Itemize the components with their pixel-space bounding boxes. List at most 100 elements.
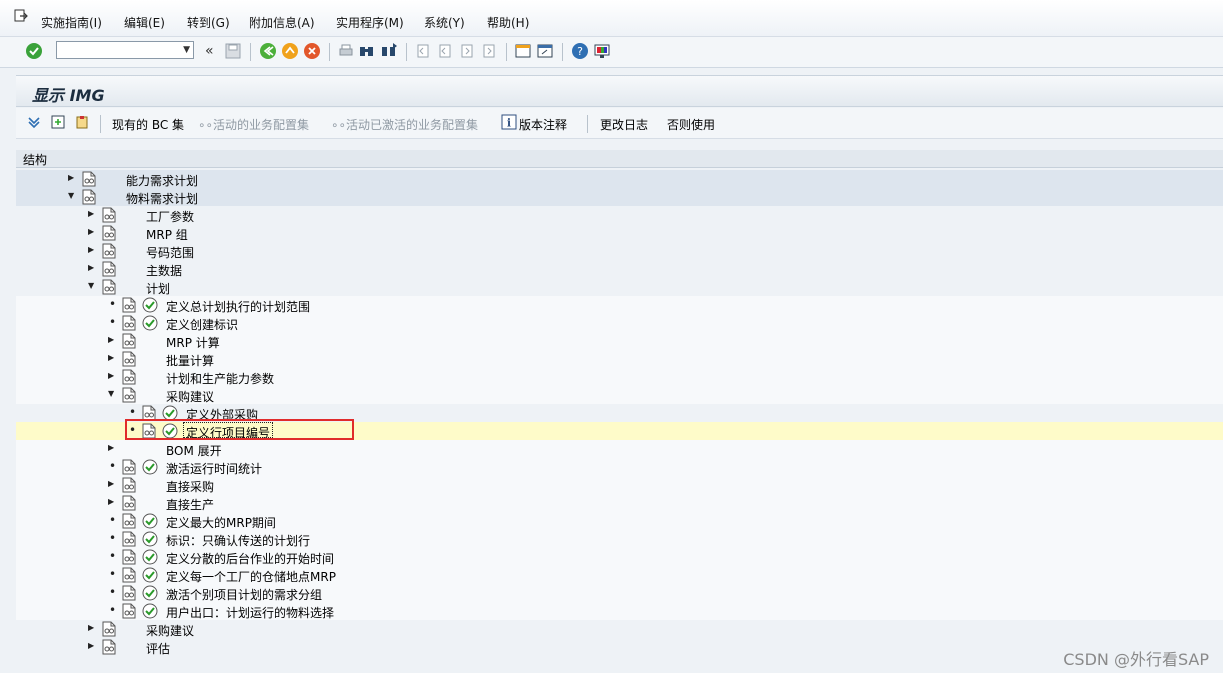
tree-row[interactable]: ▶ 评估 bbox=[16, 638, 1223, 656]
execute-activity-icon[interactable] bbox=[142, 315, 158, 331]
tree-collapsed-icon[interactable]: ▶ bbox=[88, 263, 94, 272]
menu-item-extras[interactable]: 附加信息(A) bbox=[249, 14, 315, 31]
menu-item-help[interactable]: 帮助(H) bbox=[487, 14, 529, 31]
execute-activity-icon[interactable] bbox=[142, 513, 158, 529]
exit-icon[interactable] bbox=[281, 42, 299, 60]
tree-expanded-icon[interactable]: ▼ bbox=[68, 191, 74, 200]
documentation-icon[interactable] bbox=[122, 495, 136, 511]
documentation-icon[interactable] bbox=[122, 585, 136, 601]
documentation-icon[interactable] bbox=[122, 549, 136, 565]
tree-collapsed-icon[interactable]: ▶ bbox=[108, 443, 114, 452]
documentation-icon[interactable] bbox=[102, 243, 116, 259]
tree-row[interactable]: ▶ MRP 组 bbox=[16, 224, 1223, 242]
tree-expanded-icon[interactable]: ▼ bbox=[108, 389, 114, 398]
select-subtree-icon[interactable] bbox=[50, 114, 66, 130]
prev-page-icon[interactable] bbox=[436, 42, 454, 60]
menu-item-guide[interactable]: 实施指南(I) bbox=[41, 14, 102, 31]
execute-activity-icon[interactable] bbox=[142, 297, 158, 313]
tree-expanded-icon[interactable]: ▼ bbox=[88, 281, 94, 290]
menu-icon[interactable] bbox=[14, 9, 28, 23]
documentation-icon[interactable] bbox=[122, 333, 136, 349]
dropdown-arrow-icon[interactable]: ▼ bbox=[183, 45, 190, 55]
release-notes-button[interactable]: 版本注释 bbox=[519, 116, 567, 133]
documentation-icon[interactable] bbox=[102, 207, 116, 223]
clipboard-icon[interactable] bbox=[74, 114, 90, 130]
layout-icon[interactable] bbox=[593, 42, 611, 60]
tree-row[interactable]: • 激活运行时间统计 bbox=[16, 458, 1223, 476]
back-icon[interactable] bbox=[259, 42, 277, 60]
documentation-icon[interactable] bbox=[102, 621, 116, 637]
documentation-icon[interactable] bbox=[122, 477, 136, 493]
tree-row[interactable]: ▶ 能力需求计划 bbox=[16, 170, 1223, 188]
existing-bc-sets-button[interactable]: 现有的 BC 集 bbox=[112, 116, 184, 133]
documentation-icon[interactable] bbox=[102, 225, 116, 241]
execute-activity-icon[interactable] bbox=[142, 459, 158, 475]
menu-item-edit[interactable]: 编辑(E) bbox=[124, 14, 165, 31]
next-page-icon[interactable] bbox=[458, 42, 476, 60]
tree-row[interactable]: ▼ 计划 bbox=[16, 278, 1223, 296]
documentation-icon[interactable] bbox=[122, 351, 136, 367]
documentation-icon[interactable] bbox=[122, 513, 136, 529]
execute-activity-icon[interactable] bbox=[142, 585, 158, 601]
documentation-icon[interactable] bbox=[122, 567, 136, 583]
tree-collapsed-icon[interactable]: ▶ bbox=[68, 173, 74, 182]
tree-row[interactable]: • 标识：只确认传送的计划行 bbox=[16, 530, 1223, 548]
tree-collapsed-icon[interactable]: ▶ bbox=[88, 623, 94, 632]
tree-row[interactable]: • 定义总计划执行的计划范围 bbox=[16, 296, 1223, 314]
tree-row[interactable]: • 用户出口：计划运行的物料选择 bbox=[16, 602, 1223, 620]
tree-collapsed-icon[interactable]: ▶ bbox=[88, 641, 94, 650]
tree-row[interactable]: ▶ 工厂参数 bbox=[16, 206, 1223, 224]
execute-activity-icon[interactable] bbox=[142, 531, 158, 547]
print-icon[interactable] bbox=[337, 42, 355, 60]
documentation-icon[interactable] bbox=[102, 261, 116, 277]
documentation-icon[interactable] bbox=[82, 189, 96, 205]
tree-row[interactable]: • 激活个别项目计划的需求分组 bbox=[16, 584, 1223, 602]
tree-collapsed-icon[interactable]: ▶ bbox=[88, 245, 94, 254]
toolbar-collapse-icon[interactable]: « bbox=[205, 43, 214, 59]
tree-row[interactable]: • 定义分散的后台作业的开始时间 bbox=[16, 548, 1223, 566]
info-icon[interactable]: i bbox=[501, 114, 517, 130]
tree-collapsed-icon[interactable]: ▶ bbox=[88, 227, 94, 236]
execute-activity-icon[interactable] bbox=[142, 567, 158, 583]
find-next-icon[interactable] bbox=[380, 42, 398, 60]
tree-row[interactable]: ▼ 物料需求计划 bbox=[16, 188, 1223, 206]
activated-bc-sets-button[interactable]: ∘∘活动的业务配置集 bbox=[198, 116, 309, 133]
tree-row[interactable]: ▼ 采购建议 bbox=[16, 386, 1223, 404]
tree-collapsed-icon[interactable]: ▶ bbox=[108, 335, 114, 344]
last-page-icon[interactable] bbox=[480, 42, 498, 60]
tree-row[interactable]: ▶ 号码范围 bbox=[16, 242, 1223, 260]
execute-activity-icon[interactable] bbox=[142, 549, 158, 565]
find-icon[interactable] bbox=[358, 42, 376, 60]
documentation-icon[interactable] bbox=[122, 531, 136, 547]
tree-row[interactable]: ▶ MRP 计算 bbox=[16, 332, 1223, 350]
menu-item-utilities[interactable]: 实用程序(M) bbox=[336, 14, 404, 31]
change-log-button[interactable]: 更改日志 bbox=[600, 116, 648, 133]
activated-bc-sets-to-activate-button[interactable]: ∘∘活动已激活的业务配置集 bbox=[331, 116, 478, 133]
cancel-icon[interactable] bbox=[303, 42, 321, 60]
command-field[interactable]: ▼ bbox=[56, 41, 194, 59]
documentation-icon[interactable] bbox=[122, 369, 136, 385]
tree-row[interactable]: ▶ BOM 展开 bbox=[16, 440, 1223, 458]
first-page-icon[interactable] bbox=[414, 42, 432, 60]
menu-item-goto[interactable]: 转到(G) bbox=[187, 14, 230, 31]
tree-row[interactable]: ▶ 批量计算 bbox=[16, 350, 1223, 368]
help-icon[interactable]: ? bbox=[571, 42, 589, 60]
documentation-icon[interactable] bbox=[102, 279, 116, 295]
execute-activity-icon[interactable] bbox=[142, 603, 158, 619]
menu-item-system[interactable]: 系统(Y) bbox=[424, 14, 465, 31]
documentation-icon[interactable] bbox=[122, 315, 136, 331]
documentation-icon[interactable] bbox=[102, 639, 116, 655]
documentation-icon[interactable] bbox=[82, 171, 96, 187]
documentation-icon[interactable] bbox=[122, 603, 136, 619]
enter-check-icon[interactable] bbox=[25, 42, 43, 60]
tree-row[interactable]: • 定义创建标识 bbox=[16, 314, 1223, 332]
documentation-icon[interactable] bbox=[122, 459, 136, 475]
expand-all-icon[interactable] bbox=[26, 114, 42, 130]
documentation-icon[interactable] bbox=[122, 387, 136, 403]
tree-row[interactable]: ▶ 主数据 bbox=[16, 260, 1223, 278]
create-session-icon[interactable] bbox=[514, 42, 532, 60]
tree-row[interactable]: ▶ 计划和生产能力参数 bbox=[16, 368, 1223, 386]
tree-row[interactable]: • 定义最大的MRP期间 bbox=[16, 512, 1223, 530]
shortcut-icon[interactable] bbox=[536, 42, 554, 60]
where-used-button[interactable]: 否则使用 bbox=[667, 116, 715, 133]
